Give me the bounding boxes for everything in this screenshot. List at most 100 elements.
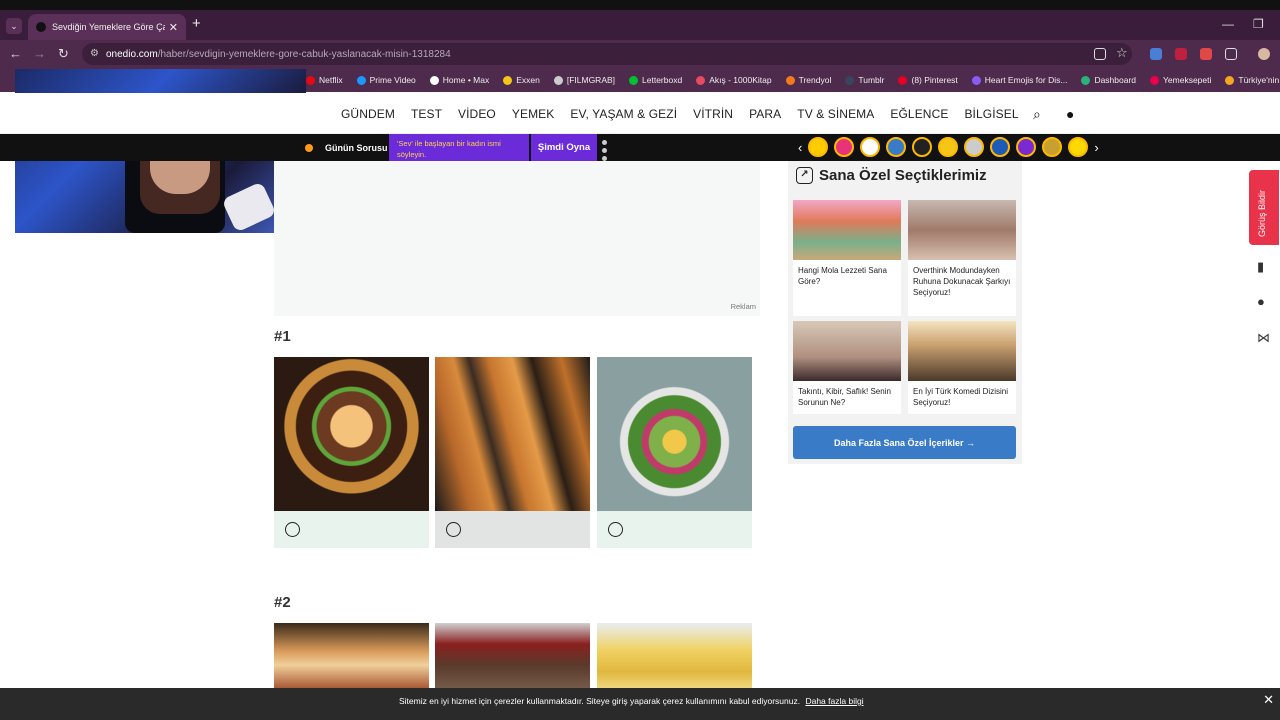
back-icon[interactable]: ← (9, 46, 22, 61)
answer-option-salad[interactable] (597, 357, 752, 548)
extensions-puzzle-icon[interactable] (1225, 48, 1237, 60)
bookmark-item[interactable]: Home • Max (429, 75, 489, 85)
menu-item[interactable]: GÜNDEM (341, 107, 395, 121)
story-circle[interactable] (1042, 137, 1063, 157)
recommendation-icon: ↗ (796, 167, 813, 184)
bookmark-item[interactable]: Türkiye'nin En Büyü... (1225, 75, 1280, 85)
search-icon[interactable]: ⌕ (1033, 106, 1041, 123)
answer-option-pizza[interactable] (274, 623, 429, 693)
story-circle[interactable] (834, 137, 855, 157)
translate-extension-icon[interactable] (1150, 48, 1162, 60)
bookmark-item[interactable]: Netflix (306, 75, 343, 85)
bookmark-item[interactable]: Prime Video (356, 75, 416, 85)
gunun-sorusu[interactable]: Günün Sorusu (305, 134, 388, 161)
card-image[interactable] (793, 200, 901, 260)
pizza-image[interactable] (274, 623, 429, 693)
stories-prev-icon[interactable]: ‹ (798, 140, 802, 155)
story-circle[interactable] (912, 137, 933, 157)
share-icon[interactable]: ⋈ (1257, 330, 1270, 346)
cookie-message: Sitemiz en iyi hizmet için çerezler kull… (399, 696, 864, 706)
answer-option-meat[interactable] (435, 623, 590, 693)
bookmark-item[interactable]: Letterboxd (629, 75, 682, 85)
radio-button[interactable] (608, 522, 623, 537)
radio-button[interactable] (285, 522, 300, 537)
story-circle[interactable] (1068, 137, 1089, 157)
minimize-icon[interactable]: — (1222, 17, 1234, 31)
recommendation-card[interactable]: Hangi Mola Lezzeti Sana Göre? (793, 200, 901, 316)
bookmark-item[interactable]: (8) Pinterest (898, 75, 958, 85)
cookie-more-info-link[interactable]: Daha fazla bilgi (805, 696, 863, 706)
stories-next-icon[interactable]: › (1094, 140, 1098, 155)
card-title[interactable]: Overthink Modundayken Ruhuna Dokunacak Ş… (908, 260, 1016, 298)
menu-item[interactable]: PARA (749, 107, 781, 121)
card-image[interactable] (793, 321, 901, 381)
browser-tab[interactable]: Sevdiğin Yemeklere Göre Çabuk ✕ (28, 14, 186, 40)
menu-item[interactable]: EĞLENCE (890, 107, 948, 121)
site-info-icon[interactable]: ⚙ (90, 48, 99, 59)
answer-option-chicken[interactable] (435, 357, 590, 548)
radio-button[interactable] (446, 522, 461, 537)
story-circle[interactable] (886, 137, 907, 157)
feedback-button[interactable]: Görüş Bildir (1249, 170, 1279, 245)
grilled-meat-image[interactable] (435, 623, 590, 693)
feedback-label: Görüş Bildir (1257, 189, 1267, 237)
sidebar-title-text: Sana Özel Seçtiklerimiz (819, 167, 987, 184)
reload-icon[interactable]: ↻ (58, 46, 69, 62)
recommendation-card[interactable]: Overthink Modundayken Ruhuna Dokunacak Ş… (908, 200, 1016, 316)
bookmark-item[interactable]: Trendyol (785, 75, 831, 85)
new-tab-button[interactable]: + (192, 15, 201, 32)
story-circle[interactable] (808, 137, 829, 157)
answer-option-pasta[interactable] (597, 623, 752, 693)
bookmark-star-icon[interactable]: ☆ (1116, 45, 1128, 61)
bookmark-label: [FILMGRAB] (566, 75, 616, 85)
bookmark-item[interactable]: Exxen (503, 75, 540, 85)
menu-item[interactable]: VİDEO (458, 107, 496, 121)
menu-item[interactable]: TV & SİNEMA (797, 107, 874, 121)
comments-icon[interactable]: ● (1257, 294, 1265, 309)
install-app-icon[interactable] (1094, 48, 1106, 60)
menu-item[interactable]: BİLGİSEL (964, 107, 1018, 121)
tab-close-icon[interactable]: ✕ (169, 21, 178, 34)
extension-red-icon[interactable] (1175, 48, 1187, 60)
more-recommendations-button[interactable]: Daha Fazla Sana Özel İçerikler → (793, 426, 1016, 459)
recommendation-card[interactable]: En İyi Türk Komedi Dizisini Seçiyoruz! (908, 321, 1016, 414)
play-now-button[interactable]: Şimdi Oyna (531, 134, 597, 161)
card-title[interactable]: En İyi Türk Komedi Dizisini Seçiyoruz! (908, 381, 1016, 408)
close-icon[interactable]: ✕ (1263, 692, 1274, 708)
profile-avatar[interactable] (1258, 48, 1270, 60)
menu-item[interactable]: VİTRİN (693, 107, 733, 121)
forward-icon[interactable]: → (33, 46, 46, 61)
bookmark-item[interactable]: Akış - 1000Kitap (696, 75, 772, 85)
bookmark-icon[interactable]: ▮ (1257, 259, 1264, 275)
pasta-image[interactable] (597, 623, 752, 693)
grilled-chicken-image[interactable] (435, 357, 590, 511)
salad-bowl-image[interactable] (597, 357, 752, 511)
bookmark-item[interactable]: [FILMGRAB] (553, 75, 616, 85)
story-circle[interactable] (990, 137, 1011, 157)
question-number: #2 (274, 594, 291, 611)
maximize-icon[interactable]: ❐ (1253, 17, 1264, 31)
menu-item[interactable]: EV, YAŞAM & GEZİ (570, 107, 677, 121)
recommendation-card[interactable]: Takıntı, Kibir, Saflık! Senin Sorunun Ne… (793, 321, 901, 414)
tab-search-dropdown-icon[interactable]: ⌄ (6, 18, 22, 34)
story-circle[interactable] (964, 137, 985, 157)
bookmark-item[interactable]: Tumblr (845, 75, 884, 85)
bookmark-item[interactable]: Heart Emojis for Dis... (971, 75, 1067, 85)
bookmark-item[interactable]: Dashboard (1081, 75, 1136, 85)
card-image[interactable] (908, 200, 1016, 260)
user-icon[interactable]: ● (1066, 106, 1074, 122)
burger-image[interactable] (274, 357, 429, 511)
story-circle[interactable] (1016, 137, 1037, 157)
story-circle[interactable] (938, 137, 959, 157)
menu-item[interactable]: YEMEK (512, 107, 555, 121)
answer-option-burger[interactable] (274, 357, 429, 548)
card-title[interactable]: Hangi Mola Lezzeti Sana Göre? (793, 260, 901, 287)
story-circle[interactable] (860, 137, 881, 157)
bookmark-item[interactable]: Yemeksepeti (1150, 75, 1211, 85)
extension-calendar-icon[interactable] (1200, 48, 1212, 60)
card-title[interactable]: Takıntı, Kibir, Saflık! Senin Sorunun Ne… (793, 381, 901, 408)
quiz-question[interactable]: 'Sev' ile başlayan bir kadın ismi söyley… (389, 134, 529, 161)
menu-item[interactable]: TEST (411, 107, 442, 121)
card-image[interactable] (908, 321, 1016, 381)
url-field[interactable]: ⚙ onedio.com /haber/sevdigin-yemeklere-g… (82, 43, 1132, 65)
